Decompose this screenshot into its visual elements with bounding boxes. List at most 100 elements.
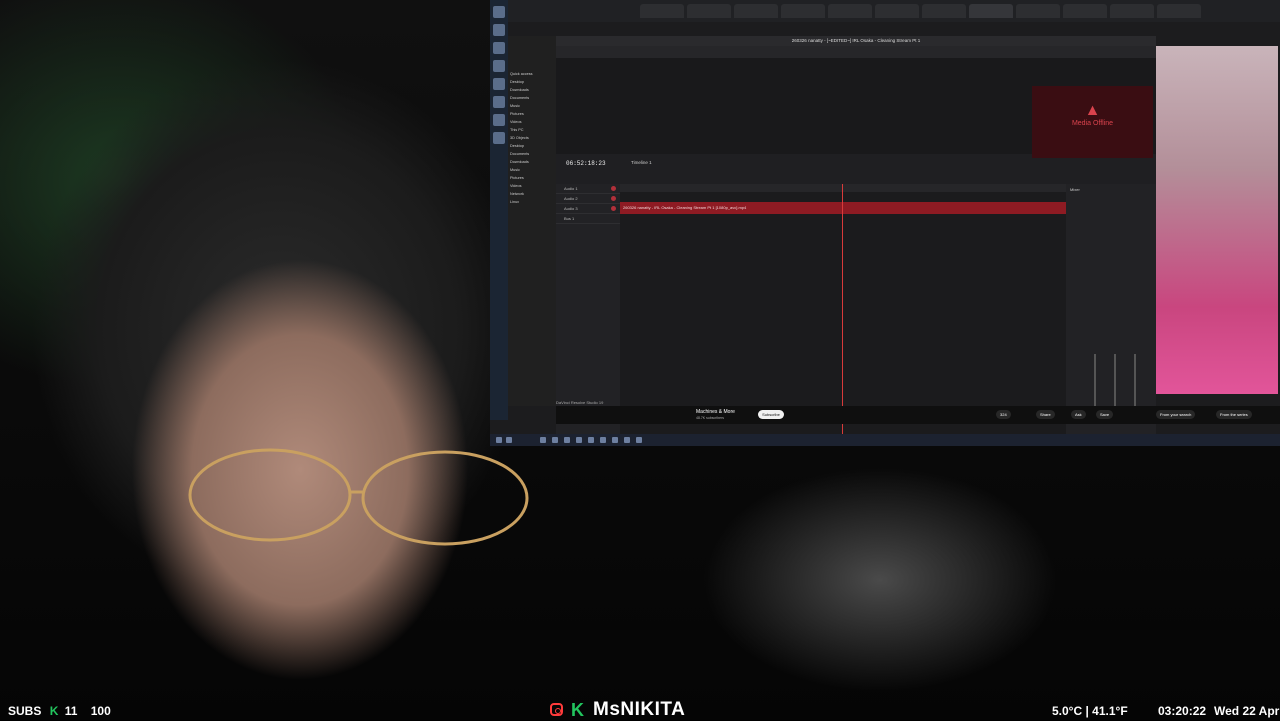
- subs-goal-count: 100: [90, 704, 111, 718]
- share-button[interactable]: Share: [1036, 410, 1055, 419]
- browser-tab[interactable]: [1157, 4, 1201, 18]
- instagram-icon: [550, 703, 563, 716]
- mixer-title: Mixer: [1070, 187, 1080, 192]
- resolve-window-title: 260326 nanatty - [~EDITED~] IRL Osaka - …: [556, 36, 1156, 46]
- timecode-display: 06:52:18:23: [566, 160, 606, 167]
- explorer-item[interactable]: Network: [510, 192, 554, 200]
- explorer-item[interactable]: Downloads: [510, 160, 554, 168]
- explorer-item[interactable]: Linux: [510, 200, 554, 208]
- taskbar-app-icon[interactable]: [564, 437, 570, 443]
- explorer-item[interactable]: Pictures: [510, 112, 554, 120]
- explorer-item[interactable]: This PC: [510, 128, 554, 136]
- taskbar-app-icon[interactable]: [588, 437, 594, 443]
- explorer-item[interactable]: Music: [510, 104, 554, 112]
- windows-taskbar: [490, 434, 1280, 446]
- timeline-ruler[interactable]: [620, 184, 1066, 192]
- taskbar-app-icon[interactable]: [624, 437, 630, 443]
- record-arm-icon[interactable]: [611, 206, 616, 211]
- subscribe-button[interactable]: Subscribe: [758, 410, 784, 419]
- temperature: 5.0°C | 41.1°F: [1052, 704, 1128, 718]
- browser-tab-strip: [490, 0, 1280, 22]
- explorer-item[interactable]: Desktop: [510, 144, 554, 152]
- record-arm-icon[interactable]: [611, 186, 616, 191]
- browser-tab[interactable]: [828, 4, 872, 18]
- record-arm-icon[interactable]: [611, 196, 616, 201]
- desktop-app-icon[interactable]: [493, 42, 505, 54]
- ask-button[interactable]: Ask: [1071, 410, 1086, 419]
- browser-tab-active[interactable]: [969, 4, 1013, 18]
- kick-k-small: K: [49, 704, 59, 718]
- explorer-item[interactable]: Documents: [510, 96, 554, 104]
- mixer-fader[interactable]: [1134, 354, 1136, 414]
- explorer-item[interactable]: Videos: [510, 120, 554, 128]
- like-button[interactable]: 324: [996, 410, 1011, 419]
- explorer-item[interactable]: Downloads: [510, 88, 554, 96]
- file-explorer-sidebar: Quick access Desktop Downloads Documents…: [508, 36, 556, 406]
- browser-tab[interactable]: [875, 4, 919, 18]
- desktop-app-icon[interactable]: [493, 78, 505, 90]
- from-series-chip[interactable]: From the series: [1216, 410, 1252, 419]
- desktop-app-icon[interactable]: [493, 60, 505, 72]
- timeline-area[interactable]: 260326 nanatty - IRL Osaka - Cleaning St…: [620, 184, 1066, 434]
- desktop-app-icon[interactable]: [493, 96, 505, 108]
- explorer-item[interactable]: Pictures: [510, 176, 554, 184]
- browser-tab[interactable]: [687, 4, 731, 18]
- browser-tab[interactable]: [1063, 4, 1107, 18]
- explorer-item[interactable]: Desktop: [510, 80, 554, 88]
- browser-tab[interactable]: [781, 4, 825, 18]
- track-header[interactable]: Audio 1: [556, 184, 620, 194]
- streamer-name: MsNIKITA: [593, 699, 686, 720]
- desktop-app-icon[interactable]: [493, 24, 505, 36]
- desktop-icon-column: [490, 0, 508, 420]
- resolve-toolbar: [556, 46, 1156, 58]
- track-label: Audio 2: [564, 196, 578, 201]
- taskbar-app-icon[interactable]: [600, 437, 606, 443]
- explorer-item[interactable]: Quick access: [510, 72, 554, 80]
- explorer-item[interactable]: 3D Objects: [510, 136, 554, 144]
- taskbar-app-icon[interactable]: [540, 437, 546, 443]
- playhead[interactable]: [842, 184, 843, 434]
- taskbar-app-icon[interactable]: [576, 437, 582, 443]
- desktop-app-icon[interactable]: [493, 6, 505, 18]
- track-label: Bus 1: [564, 216, 575, 221]
- kick-logo: K: [571, 700, 584, 720]
- mixer-panel: Mixer: [1066, 184, 1156, 434]
- taskbar-app-icon[interactable]: [552, 437, 558, 443]
- track-header[interactable]: Bus 1: [556, 214, 620, 224]
- mixer-fader[interactable]: [1114, 354, 1116, 414]
- search-icon[interactable]: [506, 437, 512, 443]
- from-search-chip[interactable]: From your search: [1156, 410, 1196, 419]
- viewer-media-offline: ▲ Media Offline: [1032, 86, 1153, 158]
- explorer-item[interactable]: Documents: [510, 152, 554, 160]
- start-icon[interactable]: [496, 437, 502, 443]
- browser-tab[interactable]: [640, 4, 684, 18]
- youtube-video-player[interactable]: [1156, 46, 1278, 394]
- youtube-action-bar: Machines & More 48.7K subscribers Subscr…: [556, 406, 1280, 424]
- explorer-item[interactable]: Videos: [510, 184, 554, 192]
- clock-date: Wed 22 Apr 2026: [1214, 704, 1280, 718]
- browser-tab[interactable]: [1016, 4, 1060, 18]
- save-button[interactable]: Save: [1096, 410, 1114, 419]
- browser-tab[interactable]: [734, 4, 778, 18]
- taskbar-app-icon[interactable]: [636, 437, 642, 443]
- browser-tab[interactable]: [1110, 4, 1154, 18]
- davinci-resolve-window: 260326 nanatty - [~EDITED~] IRL Osaka - …: [556, 36, 1156, 434]
- track-header[interactable]: Audio 3: [556, 204, 620, 214]
- track-header[interactable]: Audio 2: [556, 194, 620, 204]
- subscriber-count: 48.7K subscribers: [696, 416, 725, 420]
- timeline-name[interactable]: Timeline 1: [631, 160, 652, 165]
- browser-tab[interactable]: [922, 4, 966, 18]
- track-label: Audio 1: [564, 186, 578, 191]
- mixer-fader[interactable]: [1094, 354, 1096, 414]
- subs-label: SUBS: [8, 704, 42, 718]
- taskbar-app-icon[interactable]: [612, 437, 618, 443]
- media-offline-label: Media Offline: [1071, 120, 1114, 127]
- clock-time: 03:20:22: [1158, 704, 1207, 718]
- channel-name[interactable]: Machines & More: [696, 409, 735, 415]
- desktop-app-icon[interactable]: [493, 132, 505, 144]
- desktop-app-icon[interactable]: [493, 114, 505, 126]
- subs-count: 11: [64, 704, 78, 718]
- audio-clip[interactable]: 260326 nanatty - IRL Osaka - Cleaning St…: [620, 202, 1066, 214]
- track-headers: Audio 1 Audio 2 Audio 3 Bus 1: [556, 184, 620, 434]
- explorer-item[interactable]: Music: [510, 168, 554, 176]
